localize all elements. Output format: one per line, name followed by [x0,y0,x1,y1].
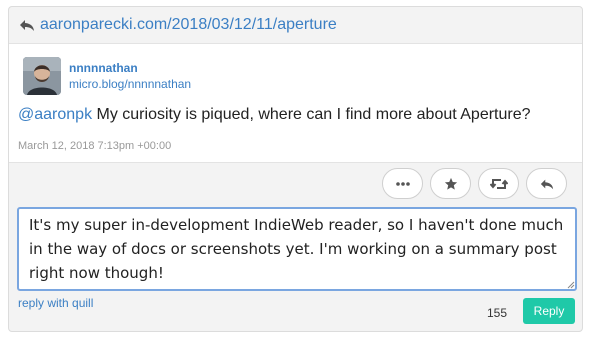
post-card: aaronparecki.com/2018/03/12/11/aperture … [8,6,583,332]
post-body: nnnnnathan micro.blog/nnnnnathan @aaronp… [9,43,582,163]
avatar[interactable] [23,57,61,95]
author-url[interactable]: micro.blog/nnnnnathan [69,77,191,91]
reply-textarea[interactable]: It's my super in-development IndieWeb re… [17,207,577,291]
character-count: 155 [487,306,508,320]
repost-icon [489,178,508,189]
ellipsis-icon [395,181,410,186]
reply-icon [540,179,553,189]
in-reply-to-link[interactable]: aaronparecki.com/2018/03/12/11/aperture [40,16,337,34]
reply-arrow-icon [20,20,34,31]
mention-link[interactable]: @aaronpk [18,106,92,123]
author-name[interactable]: nnnnnathan [69,61,138,75]
reply-with-quill-link[interactable]: reply with quill [18,296,93,310]
reply-button[interactable]: Reply [523,298,575,324]
like-button[interactable] [430,168,471,199]
resize-handle-icon[interactable] [567,281,575,289]
post-timestamp[interactable]: March 12, 2018 7:13pm +00:00 [18,140,171,152]
post-text: @aaronpk My curiosity is piqued, where c… [18,106,531,124]
post-content: My curiosity is piqued, where can I find… [92,106,531,123]
in-reply-to-bar: aaronparecki.com/2018/03/12/11/aperture [9,7,582,43]
reply-action-button[interactable] [526,168,567,199]
action-bar [382,168,567,199]
more-button[interactable] [382,168,423,199]
repost-button[interactable] [478,168,519,199]
star-icon [444,177,457,190]
